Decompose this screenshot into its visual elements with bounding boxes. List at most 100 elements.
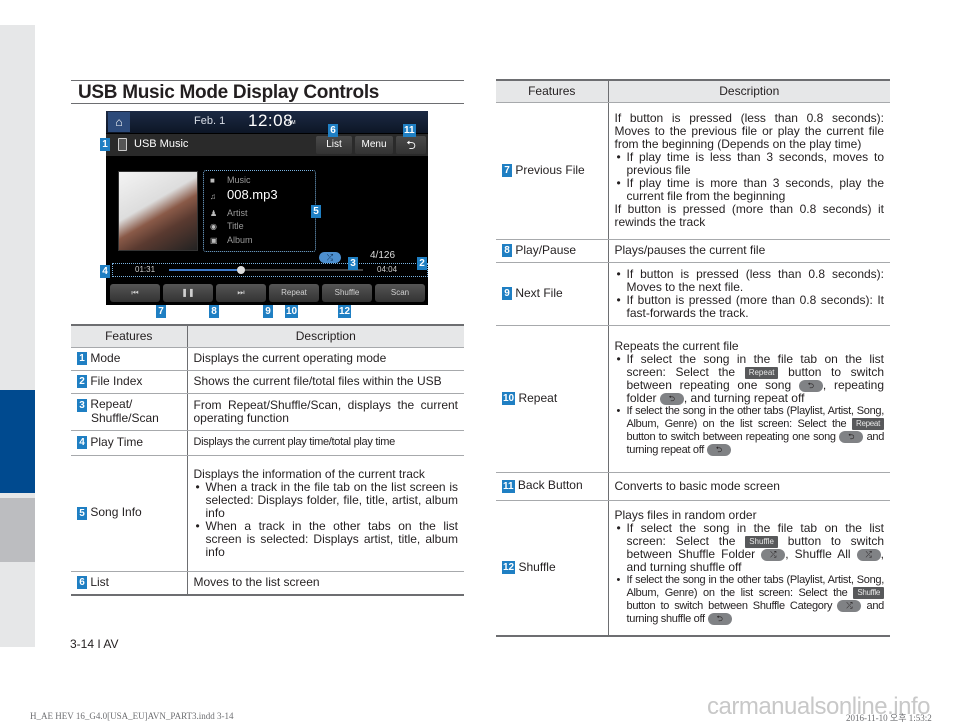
feature-number: 10 <box>502 392 516 406</box>
table-row: 8 Play/Pause Plays/pauses the current fi… <box>496 239 890 263</box>
progress-track[interactable] <box>169 266 363 274</box>
feature-number: 7 <box>502 164 512 178</box>
description-bullet: If play time is less than 3 seconds, mov… <box>615 151 884 177</box>
page-title: USB Music Mode Display Controls <box>78 82 380 103</box>
footer-timestamp: 2016-11-10 오후 1:53:2 <box>846 713 932 723</box>
table-header: Features Description <box>71 324 464 348</box>
table-header: Features Description <box>496 79 890 103</box>
description-bullet: If select the song in the file tab on th… <box>615 353 884 405</box>
feature-description: From Repeat/Shuffle/Scan, displays the c… <box>187 393 464 431</box>
status-bar: ⌂ Feb. 1 12:08 AM <box>106 111 428 133</box>
song-folder-row: ■ Music <box>210 175 251 185</box>
header-features: Features <box>496 79 609 103</box>
callout-3: 3 <box>348 257 358 270</box>
feature-name-line2: Shuffle/Scan <box>91 410 159 425</box>
callout-9: 9 <box>263 305 273 318</box>
feature-name: Song Info <box>90 505 142 520</box>
table-row: 5 Song Info Displays the information of … <box>71 455 464 572</box>
feature-description: Displays the current play time/total pla… <box>187 430 464 456</box>
back-icon: ⮌ <box>406 138 416 152</box>
header-description: Description <box>608 79 890 103</box>
feature-number: 3 <box>77 398 87 412</box>
feature-name: File Index <box>90 373 143 388</box>
elapsed-time: 01:31 <box>135 265 156 274</box>
description-bullet: If select the song in the other tabs (Pl… <box>615 405 884 457</box>
feature-number: 2 <box>77 375 87 389</box>
table-row: 7 Previous File If button is pressed (le… <box>496 102 890 240</box>
song-artist-row: ♟ Artist <box>210 208 248 218</box>
feature-number: 12 <box>502 561 516 575</box>
chapter-tab-active <box>0 390 35 493</box>
next-icon: ⏭ <box>237 288 245 297</box>
callout-8: 8 <box>209 305 219 318</box>
feature-name: Next File <box>515 285 563 300</box>
callout-5: 5 <box>311 205 321 218</box>
table-row: 12 Shuffle Plays files in random order I… <box>496 500 890 637</box>
header-features: Features <box>71 324 188 348</box>
song-file-row: ♫ 008.mp3 <box>210 187 278 202</box>
mode-label: USB Music <box>134 138 189 150</box>
date: Feb. 1 <box>194 115 226 127</box>
shuffle-button[interactable]: Shuffle <box>322 284 372 302</box>
table-row: 9 Next File If button is pressed (less t… <box>496 262 890 326</box>
progress-knob[interactable] <box>236 266 245 274</box>
menu-button[interactable]: Menu <box>355 136 393 154</box>
total-time: 04:04 <box>377 265 398 274</box>
shuffle-category-icon: ⤮ <box>837 600 862 613</box>
description-bullet: If select the song in the other tabs (Pl… <box>615 574 884 626</box>
song-info: ■ Music ♫ 008.mp3 ♟ Artist ◉ Title ▣ Album <box>203 170 316 252</box>
feature-number: 4 <box>77 436 87 450</box>
home-icon: ⌂ <box>115 115 123 129</box>
title-rule-top <box>71 80 464 81</box>
artist-icon: ♟ <box>210 209 218 218</box>
feature-name: List <box>90 575 110 590</box>
clock: 12:08 <box>248 111 294 130</box>
list-button[interactable]: List <box>316 136 352 154</box>
file-index: 4/126 <box>370 250 396 261</box>
table-row: 4 Play Time Displays the current play ti… <box>71 430 464 456</box>
previous-icon: ⏮ <box>131 288 139 297</box>
shuffle-indicator-icon: ⤮ <box>319 252 341 263</box>
page-number: 3-14 I AV <box>70 637 119 651</box>
next-button[interactable]: ⏭ <box>216 284 266 302</box>
features-table-right: Features Description 7 Previous File If … <box>496 79 890 637</box>
callout-1: 1 <box>100 138 110 151</box>
callout-4: 4 <box>100 265 110 278</box>
mode-bar: USB Music List Menu ⮌ <box>106 134 428 156</box>
feature-number: 1 <box>77 352 87 366</box>
title-rule-bottom <box>71 103 464 104</box>
back-button[interactable]: ⮌ <box>396 136 426 154</box>
feature-description: Displays the information of the current … <box>193 466 425 481</box>
table-row: 6 List Moves to the list screen <box>71 571 464 596</box>
shuffle-button-glyph: Shuffle <box>853 587 884 600</box>
feature-number: 5 <box>77 506 87 520</box>
feature-description: Plays/pauses the current file <box>608 239 890 263</box>
description-bullet: If select the song in the file tab on th… <box>615 522 884 574</box>
previous-button[interactable]: ⏮ <box>110 284 160 302</box>
am-pm: AM <box>288 120 296 126</box>
description-bullet: If play time is more than 3 seconds, pla… <box>615 177 884 203</box>
repeat-button[interactable]: Repeat <box>269 284 319 302</box>
feature-name: Previous File <box>515 162 585 177</box>
callout-12: 12 <box>338 305 352 318</box>
usb-icon <box>118 138 127 151</box>
feature-description: If button is pressed (less than 0.8 seco… <box>614 111 885 151</box>
album-icon: ▣ <box>210 236 218 245</box>
scan-button[interactable]: Scan <box>375 284 425 302</box>
pause-button[interactable]: ❚❚ <box>163 284 213 302</box>
footer-filename: H_AE HEV 16_G4.0[USA_EU]AVN_PART3.indd 3… <box>30 711 234 721</box>
callout-6: 6 <box>328 124 338 137</box>
album-art <box>118 171 198 251</box>
feature-name: Back Button <box>517 478 583 493</box>
feature-number: 11 <box>502 479 515 493</box>
chapter-tab <box>0 498 35 562</box>
home-button[interactable]: ⌂ <box>108 112 130 132</box>
feature-name: Shuffle <box>518 560 556 575</box>
shuffle-off-icon: ⮌ <box>707 613 732 626</box>
feature-number: 9 <box>502 287 512 301</box>
table-row: 3 Repeat/Shuffle/Scan From Repeat/Shuffl… <box>71 393 464 431</box>
title-icon: ◉ <box>210 222 217 231</box>
description-bullet: If button is pressed (more than 0.8 seco… <box>615 293 884 320</box>
music-note-icon: ♫ <box>210 192 216 201</box>
callout-7: 7 <box>156 305 166 318</box>
